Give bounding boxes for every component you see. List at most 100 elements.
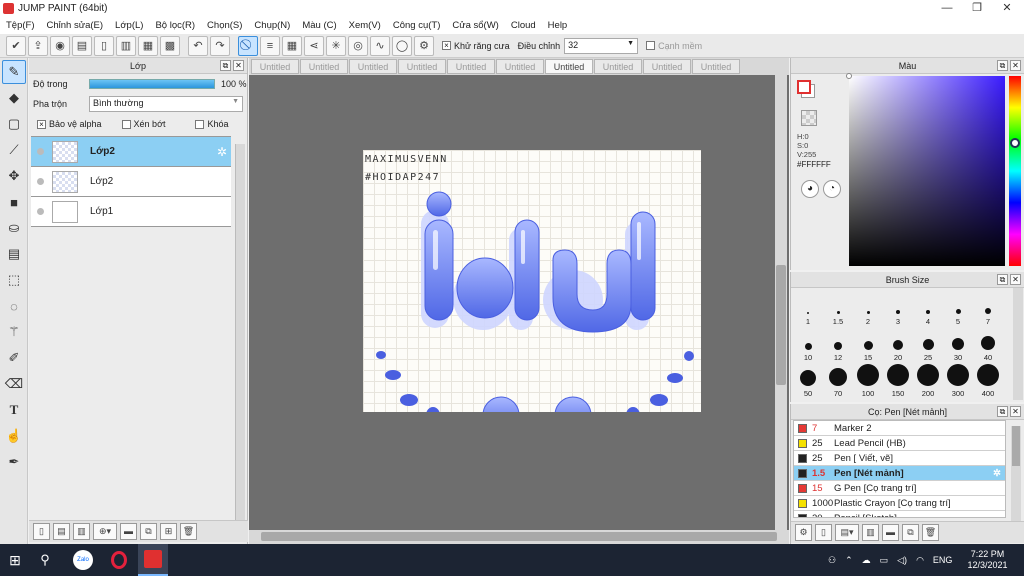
undock-icon[interactable]: ⧉ [997, 406, 1008, 417]
pen-tool-icon[interactable]: ✎ [2, 60, 26, 84]
grid-ruler-icon[interactable]: ▦ [282, 35, 302, 56]
undock-icon[interactable]: ⧉ [220, 60, 231, 71]
brush-settings-icon[interactable]: ⚙ [795, 524, 812, 541]
blend-select[interactable]: Bình thường ▼ [89, 96, 243, 112]
parallel-lines-icon[interactable]: ≡ [260, 35, 280, 56]
opera-browser-icon[interactable] [104, 544, 134, 576]
eyedropper-icon[interactable]: ✒ [2, 450, 26, 474]
panel-grid-icon[interactable]: ▩ [160, 35, 180, 56]
comment-icon[interactable]: ▤ [72, 35, 92, 56]
pen-scroll-thumb[interactable] [1012, 426, 1020, 466]
menu-view[interactable]: Xem(V) [343, 17, 387, 34]
brush-size-option[interactable]: 40 [973, 326, 1003, 362]
drawing-canvas[interactable]: MAXIMUSVENN #HOIDAP247 [363, 150, 701, 412]
layer-row[interactable]: Lớp2 [31, 167, 231, 197]
eraser-icon[interactable]: ◆ [2, 86, 26, 110]
panel-close-icon[interactable]: ✕ [1010, 274, 1021, 285]
undock-icon[interactable]: ⧉ [997, 60, 1008, 71]
menu-help[interactable]: Help [542, 17, 574, 34]
redo-icon[interactable]: ↷ [210, 35, 230, 56]
visibility-icon[interactable] [37, 148, 44, 155]
wifi-icon[interactable]: ◠ [916, 555, 924, 566]
gradient-icon[interactable]: ▤ [2, 242, 26, 266]
menu-color[interactable]: Màu (C) [296, 17, 342, 34]
curve-ruler-icon[interactable]: ∿ [370, 35, 390, 56]
settings-gear-icon[interactable]: ⚙ [414, 35, 434, 56]
panel-close-icon[interactable]: ✕ [1010, 406, 1021, 417]
new-brush-icon[interactable]: ▯ [815, 524, 832, 541]
brush-size-option[interactable]: 100 [853, 362, 883, 398]
gear-icon[interactable]: ✲ [217, 145, 227, 159]
panel-close-icon[interactable]: ✕ [233, 60, 244, 71]
document-tab[interactable]: Untitled [692, 59, 740, 74]
document-tab[interactable]: Untitled [349, 59, 397, 74]
horizontal-scrollbar[interactable] [249, 530, 789, 544]
export-icon[interactable]: ⇪ [28, 35, 48, 56]
document-tab[interactable]: Untitled [643, 59, 691, 74]
visibility-icon[interactable] [37, 208, 44, 215]
menu-cloud[interactable]: Cloud [505, 17, 542, 34]
layer-row[interactable]: Lớp2 ✲ [31, 137, 231, 167]
saturation-value-picker[interactable] [846, 73, 1005, 266]
document-tab[interactable]: Untitled [594, 59, 642, 74]
brush-size-option[interactable]: 4 [913, 290, 943, 326]
bucket-icon[interactable]: ⛀ [2, 216, 26, 240]
brush-size-option[interactable]: 1.5 [823, 290, 853, 326]
radial-icon[interactable]: ✳ [326, 35, 346, 56]
menu-layer[interactable]: Lớp(L) [109, 17, 149, 34]
windows-start-icon[interactable]: ⊞ [0, 544, 30, 576]
smooth-edge-checkbox[interactable] [646, 41, 656, 50]
brush-size-option[interactable]: 5 [943, 290, 973, 326]
new-layer-icon[interactable]: ▯ [33, 523, 50, 540]
undo-icon[interactable]: ↶ [188, 35, 208, 56]
gear-icon[interactable]: ✲ [993, 468, 1001, 479]
menu-capture[interactable]: Chụp(N) [248, 17, 296, 34]
brush-size-option[interactable]: 400 [973, 362, 1003, 398]
rect-select-icon[interactable]: ⬚ [2, 268, 26, 292]
maximize-button[interactable]: ❐ [962, 0, 992, 17]
show-hidden-icon[interactable]: ⌃ [845, 555, 853, 566]
brush-size-option[interactable]: 20 [883, 326, 913, 362]
merge-icon[interactable]: ⊞ [160, 523, 177, 540]
network-icon[interactable]: ▭ [880, 555, 889, 566]
brush-size-option[interactable]: 10 [793, 326, 823, 362]
primary-color-swatch[interactable] [797, 80, 811, 94]
brush-size-option[interactable]: 2 [853, 290, 883, 326]
page-lines-icon[interactable]: ▥ [116, 35, 136, 56]
visibility-icon[interactable] [37, 178, 44, 185]
brush-size-option[interactable]: 25 [913, 326, 943, 362]
ruler-off-icon[interactable]: ⃠ [238, 35, 258, 56]
new-raster-icon[interactable]: ▤ [53, 523, 70, 540]
speech-bubble-icon[interactable]: ◉ [50, 35, 70, 56]
fill-rect-icon[interactable]: ■ [2, 190, 26, 214]
new-folder-layer-icon[interactable]: ▥ [73, 523, 90, 540]
vertical-scroll-thumb[interactable] [776, 265, 786, 385]
layer-scrollbar[interactable] [235, 144, 245, 520]
picker-handle[interactable] [846, 73, 852, 79]
brush-preset-row[interactable]: 20 Pencil [Sketch] [794, 511, 1005, 517]
antialias-checkbox[interactable]: × [442, 41, 451, 50]
brush-size-option[interactable]: 30 [943, 326, 973, 362]
rectangle-icon[interactable]: ▢ [2, 112, 26, 136]
clip-checkbox[interactable] [121, 119, 131, 129]
document-tab[interactable]: Untitled [447, 59, 495, 74]
brush-size-option[interactable]: 150 [883, 362, 913, 398]
folder-icon[interactable]: ▬ [120, 523, 137, 540]
lock-checkbox[interactable] [195, 119, 205, 129]
horizontal-scroll-thumb[interactable] [261, 532, 777, 541]
line-tool-icon[interactable]: ⟋ [2, 138, 26, 162]
menu-window[interactable]: Cửa sổ(W) [446, 17, 504, 34]
brush-preset-row[interactable]: 25 Lead Pencil (HB) [794, 436, 1005, 451]
brush-add-menu-icon[interactable]: ▤▾ [835, 524, 859, 541]
magic-wand-icon[interactable]: ⚚ [2, 320, 26, 344]
clock[interactable]: 7:22 PM 12/3/2021 [967, 549, 1007, 571]
document-tab[interactable]: Untitled [398, 59, 446, 74]
brush-preset-row[interactable]: 7 Marker 2 [794, 421, 1005, 436]
panel-layout-icon[interactable]: ▦ [138, 35, 158, 56]
brush-preset-row[interactable]: 1000 Plastic Crayon [Cọ trang trí] [794, 496, 1005, 511]
people-icon[interactable]: ⚇ [828, 555, 836, 566]
lasso-icon[interactable]: ◌ [2, 294, 26, 318]
brush-size-option[interactable]: 15 [853, 326, 883, 362]
eyedropper-color-icon[interactable]: ◔ [823, 180, 841, 198]
trash-icon[interactable]: 🗑 [180, 523, 197, 540]
